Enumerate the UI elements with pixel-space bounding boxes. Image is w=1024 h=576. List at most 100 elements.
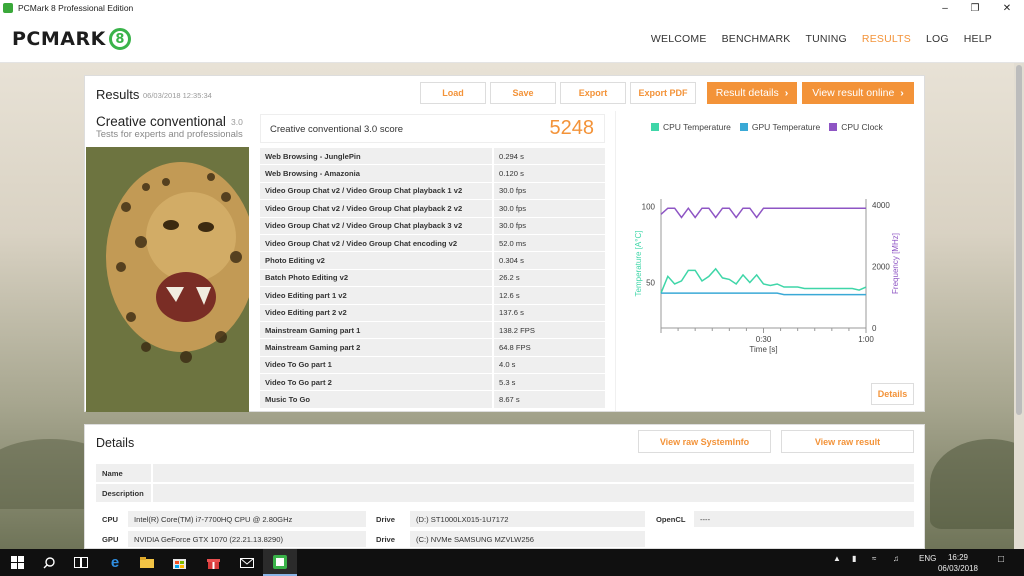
table-row: Video Group Chat v2 / Video Group Chat p… — [260, 217, 605, 235]
language-indicator[interactable]: ENG — [919, 554, 936, 563]
row-value: 137.6 s — [494, 304, 605, 322]
cpu-label: CPU — [96, 511, 128, 527]
test-name: Creative conventional — [96, 114, 226, 129]
row-name: Video Group Chat v2 / Video Group Chat p… — [260, 182, 494, 201]
leopard-illustration — [86, 147, 249, 412]
store-icon[interactable] — [162, 549, 196, 576]
row-name: Video To Go part 2 — [260, 374, 494, 392]
y-left-tick-label: 50 — [646, 278, 655, 287]
view-result-online-button[interactable]: View result online › — [802, 82, 914, 104]
drive-value: (C:) NVMe SAMSUNG MZVLW256 — [416, 534, 534, 544]
description-label: Description — [96, 484, 153, 502]
title-bar: PCMark 8 Professional Edition – ❐ ✕ — [0, 0, 1024, 16]
close-icon[interactable]: ✕ — [990, 0, 1024, 16]
nav-benchmark[interactable]: BENCHMARK — [722, 33, 791, 45]
notifications-icon[interactable]: □ — [998, 554, 1004, 565]
row-name: Music To Go — [260, 391, 494, 409]
row-name: Video Group Chat v2 / Video Group Chat e… — [260, 234, 494, 253]
row-name: Video To Go part 1 — [260, 356, 494, 375]
pcmark-taskbar-icon[interactable] — [263, 549, 297, 576]
drive-label: Drive — [370, 531, 410, 547]
nav-tuning[interactable]: TUNING — [805, 33, 846, 45]
opencl-value: ---- — [700, 514, 711, 524]
clock-time: 16:29 — [947, 553, 968, 562]
export-button[interactable]: Export — [560, 82, 626, 104]
score-value: 5248 — [549, 117, 595, 139]
load-button[interactable]: Load — [420, 82, 486, 104]
test-subtitle: Tests for experts and professionals — [96, 129, 243, 140]
file-explorer-icon[interactable] — [130, 549, 164, 576]
table-row: Mainstream Gaming part 2 64.8 FPS — [260, 339, 605, 357]
minimize-icon[interactable]: – — [928, 0, 962, 16]
table-row: Photo Editing v2 0.304 s — [260, 252, 605, 270]
view-raw-systeminfo-button[interactable]: View raw SystemInfo — [638, 430, 771, 453]
gpu-row: GPU NVIDIA GeForce GTX 1070 (22.21.13.829… — [96, 531, 366, 547]
legend-label: CPU Temperature — [663, 122, 731, 132]
row-value: 30.0 fps — [494, 182, 605, 201]
row-name: Mainstream Gaming part 2 — [260, 339, 494, 357]
nav-welcome[interactable]: WELCOME — [651, 33, 707, 45]
table-row: Music To Go 8.67 s — [260, 391, 605, 409]
legend-label: CPU Clock — [841, 122, 883, 132]
taskbar: e ▲ ▮ ≈ ♫ ENG 16:29 06/03/2018 □ — [0, 549, 1024, 576]
result-rows: Web Browsing - JunglePin 0.294 s Web Brow… — [260, 148, 605, 409]
legend-cpu-temperature: CPU Temperature — [651, 122, 731, 132]
logo-text: PCMARK — [12, 28, 106, 50]
table-row: Video Editing part 1 v2 12.6 s — [260, 287, 605, 305]
drive-value: (D:) ST1000LX015-1U7172 — [416, 514, 509, 524]
gift-icon[interactable] — [196, 549, 230, 576]
name-label: Name — [96, 464, 153, 482]
edge-browser-icon[interactable]: e — [98, 549, 132, 576]
opencl-label: OpenCL — [650, 511, 694, 527]
row-name: Video Editing part 1 v2 — [260, 287, 494, 305]
app-icon — [3, 3, 13, 13]
battery-tray-icon[interactable]: ▮ — [852, 554, 856, 563]
score-label: Creative conventional 3.0 score — [270, 124, 404, 135]
wifi-tray-icon[interactable]: ≈ — [872, 554, 876, 563]
background-tree — [930, 439, 1024, 529]
table-row: Video Group Chat v2 / Video Group Chat p… — [260, 200, 605, 218]
opencl-row: OpenCL ---- — [650, 511, 914, 527]
chart-svg: 100 50 4000 2000 0 0:30 1:00 Time [s] Temperatur… — [634, 199, 900, 354]
volume-tray-icon[interactable]: ♫ — [893, 554, 899, 563]
results-date: 06/03/2018 12:35:34 — [143, 91, 212, 100]
row-value: 64.8 FPS — [494, 339, 605, 357]
windows-start-icon[interactable] — [0, 549, 34, 576]
network-tray-icon[interactable]: ▲ — [833, 554, 841, 563]
result-details-button[interactable]: Result details › — [707, 82, 797, 104]
row-value: 8.67 s — [494, 391, 605, 409]
main-scrollbar[interactable] — [1014, 63, 1024, 549]
logo-mark: 8 — [108, 28, 131, 50]
table-row: Video Group Chat v2 / Video Group Chat p… — [260, 182, 605, 201]
x-tick-label: 0:30 — [756, 335, 772, 344]
export-pdf-button[interactable]: Export PDF — [630, 82, 696, 104]
view-raw-result-button[interactable]: View raw result — [781, 430, 914, 453]
nav-help[interactable]: HELP — [964, 33, 992, 45]
row-name: Video Group Chat v2 / Video Group Chat p… — [260, 200, 494, 218]
drive-row-2: Drive (C:) NVMe SAMSUNG MZVLW256 — [370, 531, 645, 547]
series-line-gpu-temperature — [661, 292, 866, 296]
legend-swatch — [651, 123, 659, 131]
window-title: PCMark 8 Professional Edition — [18, 3, 134, 13]
main-nav: WELCOME BENCHMARK TUNING RESULTS LOG HEL… — [651, 33, 992, 45]
table-row: Video Editing part 2 v2 137.6 s — [260, 304, 605, 322]
table-row: Video To Go part 2 5.3 s — [260, 374, 605, 392]
table-row: Web Browsing - Amazonia 0.120 s — [260, 165, 605, 183]
score-box: Creative conventional 3.0 score 5248 — [260, 114, 605, 143]
details-title: Details — [96, 436, 135, 450]
pcmark-logo: PCMARK 8 — [12, 28, 131, 50]
mail-icon[interactable] — [230, 549, 264, 576]
description-field: Description — [96, 484, 914, 502]
task-view-icon[interactable] — [64, 549, 98, 576]
y-left-axis-label: Temperature [A°C] — [634, 231, 643, 297]
nav-results[interactable]: RESULTS — [862, 33, 911, 45]
save-button[interactable]: Save — [490, 82, 556, 104]
details-button[interactable]: Details — [871, 383, 914, 405]
maximize-icon[interactable]: ❐ — [958, 0, 992, 16]
row-value: 30.0 fps — [494, 200, 605, 218]
system-clock[interactable]: 16:29 06/03/2018 — [938, 552, 978, 574]
nav-log[interactable]: LOG — [926, 33, 949, 45]
scrollbar-thumb[interactable] — [1016, 65, 1022, 415]
row-name: Mainstream Gaming part 1 — [260, 321, 494, 340]
search-icon[interactable] — [32, 549, 66, 576]
